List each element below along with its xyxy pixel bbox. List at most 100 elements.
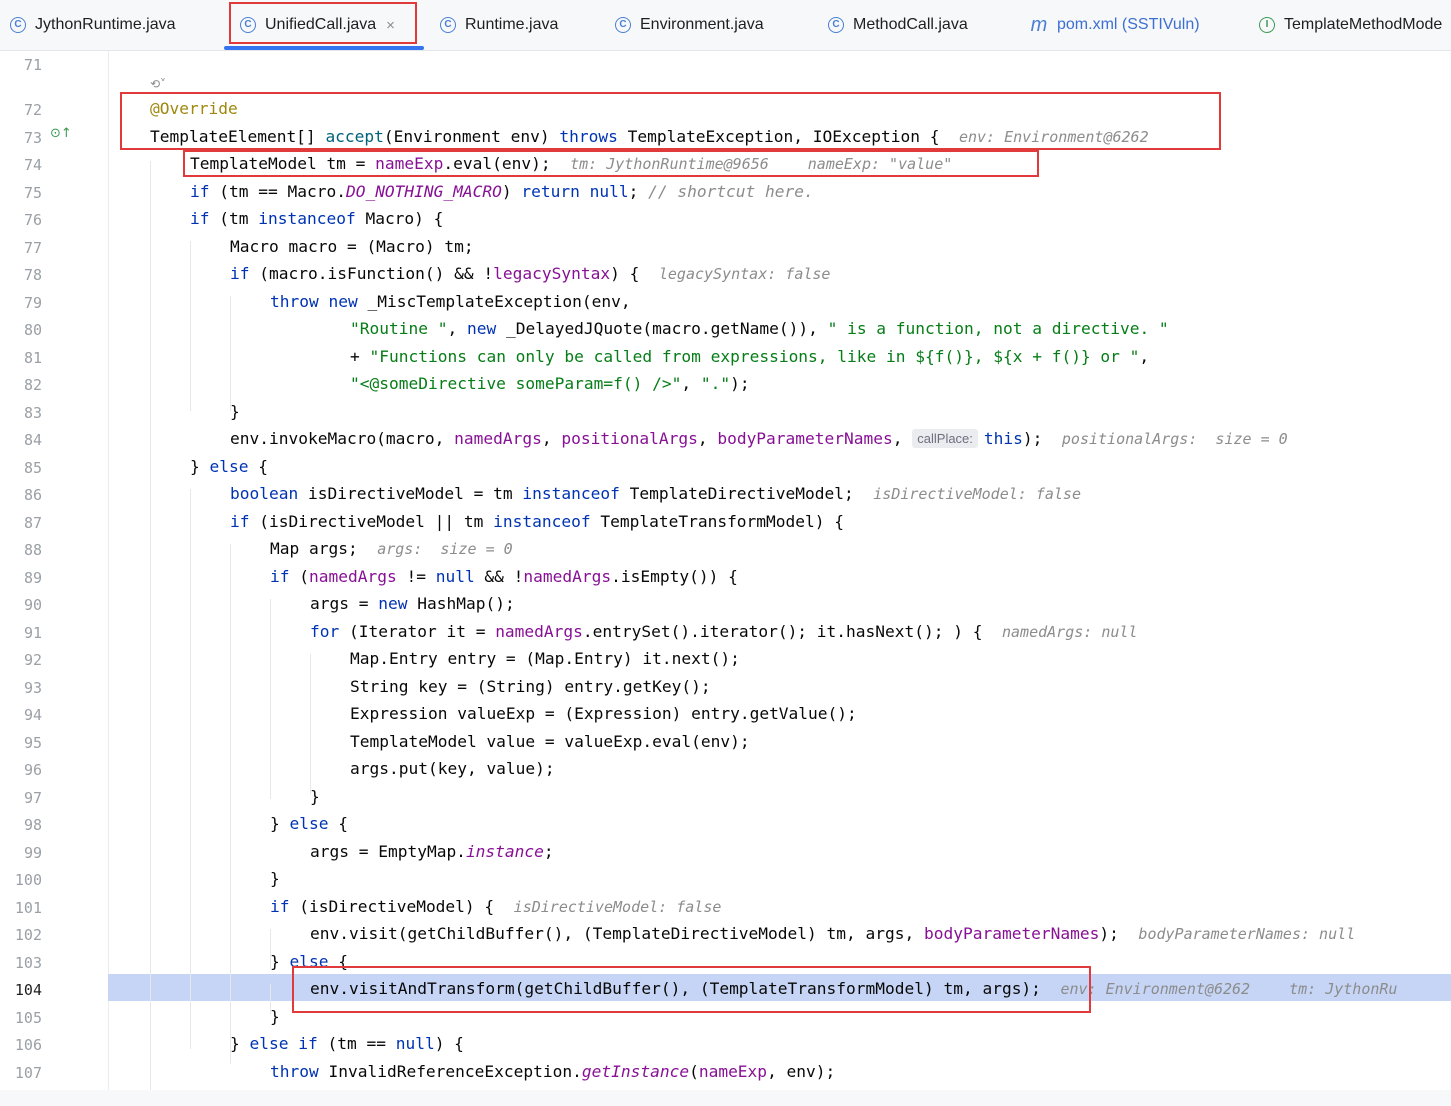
line-number[interactable]: 94 <box>0 706 42 724</box>
line-number[interactable]: 87 <box>0 514 42 532</box>
tab-pom[interactable]: m pom.xml (SSTIVuln) <box>1030 0 1200 50</box>
field: bodyParameterNames <box>923 924 1100 943</box>
debug-inline-value: tm: JythonRu <box>1289 980 1398 998</box>
tab-runtime[interactable]: C Runtime.java <box>440 0 558 50</box>
line-number[interactable]: 97 <box>0 789 42 807</box>
line-number[interactable]: 98 <box>0 816 42 834</box>
line-number[interactable]: 85 <box>0 459 42 477</box>
override-method-icon[interactable]: ⊙↑ <box>50 126 72 141</box>
line-number[interactable]: 92 <box>0 651 42 669</box>
line-number[interactable]: 106 <box>0 1036 42 1054</box>
code-token: , <box>541 429 562 448</box>
line-number[interactable]: 93 <box>0 679 42 697</box>
horizontal-scrollbar[interactable] <box>0 1090 1451 1106</box>
code-token: env.visit(getChildBuffer(), (TemplateDir… <box>310 924 924 943</box>
code-line-94: Expression valueExp = (Expression) entry… <box>350 704 857 723</box>
tab-templatemethodmodel[interactable]: I TemplateMethodMode <box>1259 0 1442 50</box>
keyword: throw new <box>270 292 358 311</box>
code-token: , <box>892 429 913 448</box>
line-number[interactable]: 99 <box>0 844 42 862</box>
close-icon[interactable]: × <box>386 17 395 34</box>
line-number[interactable]: 72 <box>0 101 42 119</box>
field: namedArgs <box>309 567 397 586</box>
parameter-name-hint: callPlace: <box>912 429 978 448</box>
tab-label: Environment.java <box>640 16 764 33</box>
line-number[interactable]: 96 <box>0 761 42 779</box>
code-token: ); <box>730 374 750 393</box>
line-number[interactable]: 74 <box>0 156 42 174</box>
line-number[interactable]: 73 <box>0 129 42 147</box>
keyword: if <box>230 264 250 283</box>
line-number[interactable]: 71 <box>0 56 42 74</box>
method-name: accept <box>325 127 384 146</box>
line-number[interactable]: 95 <box>0 734 42 752</box>
line-number[interactable]: 81 <box>0 349 42 367</box>
tab-jythonruntime[interactable]: C JythonRuntime.java <box>10 0 176 50</box>
code-token: TemplateException, IOException { <box>617 127 940 146</box>
line-number[interactable]: 101 <box>0 899 42 917</box>
code-editor[interactable]: 71 72 73 74 75 76 77 78 79 80 81 82 83 84 85 86 87 88 89 90… <box>0 51 1451 1106</box>
keyword: new <box>378 594 408 613</box>
line-number[interactable]: 82 <box>0 376 42 394</box>
indent-guide <box>310 654 311 794</box>
keyword: null <box>435 567 475 586</box>
tab-label: pom.xml (SSTIVuln) <box>1057 16 1200 33</box>
class-icon: C <box>828 17 844 33</box>
code-line-85: } else { <box>190 457 268 476</box>
keyword: throw <box>270 1062 319 1081</box>
tab-unifiedcall[interactable]: C UnifiedCall.java × <box>240 0 395 50</box>
line-number[interactable]: 103 <box>0 954 42 972</box>
code-token: , <box>697 429 718 448</box>
tab-methodcall[interactable]: C MethodCall.java <box>828 0 968 50</box>
line-number[interactable]: 91 <box>0 624 42 642</box>
line-number[interactable]: 102 <box>0 926 42 944</box>
line-number[interactable]: 76 <box>0 211 42 229</box>
tab-environment[interactable]: C Environment.java <box>615 0 764 50</box>
code-token: (isDirectiveModel) { <box>289 897 495 916</box>
line-number[interactable]: 105 <box>0 1009 42 1027</box>
line-number[interactable]: 90 <box>0 596 42 614</box>
keyword: if <box>230 512 250 531</box>
static-field: instance <box>465 842 544 861</box>
code-token: , env); <box>767 1062 836 1081</box>
code-token: _DelayedJQuote(macro.getName()), <box>496 319 828 338</box>
line-number[interactable]: 78 <box>0 266 42 284</box>
debug-inline-value: positionalArgs: size = 0 <box>1061 430 1288 448</box>
code-line-80: "Routine ", new _DelayedJQuote(macro.get… <box>350 319 1169 338</box>
code-token: ; <box>543 842 554 861</box>
line-number[interactable]: 79 <box>0 294 42 312</box>
indent-guide <box>190 489 191 1049</box>
code-line-95: TemplateModel value = valueExp.eval(env)… <box>350 732 750 751</box>
tab-label: TemplateMethodMode <box>1284 16 1443 33</box>
code-line-107: throw InvalidReferenceException.getInsta… <box>270 1062 835 1081</box>
editor-tab-bar: C JythonRuntime.java C UnifiedCall.java … <box>0 0 1451 51</box>
annotation: @Override <box>150 99 238 118</box>
line-number[interactable]: 83 <box>0 404 42 422</box>
line-number[interactable]: 75 <box>0 184 42 202</box>
line-number[interactable]: 107 <box>0 1064 42 1082</box>
keyword: if <box>270 897 290 916</box>
fold-icon[interactable]: ⟲˅ <box>150 77 166 91</box>
keyword: boolean <box>230 484 299 503</box>
line-number[interactable]: 89 <box>0 569 42 587</box>
line-number[interactable]: 84 <box>0 431 42 449</box>
keyword: for <box>310 622 340 641</box>
code-token: + <box>350 347 370 366</box>
code-line-83: } <box>230 402 240 421</box>
class-icon: C <box>10 17 26 33</box>
line-number[interactable]: 86 <box>0 486 42 504</box>
string: "Functions can only be called from expre… <box>369 347 1140 366</box>
static-field: DO_NOTHING_MACRO <box>345 182 502 201</box>
line-number[interactable]: 88 <box>0 541 42 559</box>
code-token: (Environment env) <box>383 127 560 146</box>
line-number[interactable]: 80 <box>0 321 42 339</box>
code-line-106: } else if (tm == null) { <box>230 1034 464 1053</box>
code-line-73: TemplateElement[] accept(Environment env… <box>150 127 1149 146</box>
line-number[interactable]: 100 <box>0 871 42 889</box>
static-method: getInstance <box>581 1062 690 1081</box>
code-token: ( <box>289 567 309 586</box>
code-token: ; <box>628 182 649 201</box>
line-number[interactable]: 77 <box>0 239 42 257</box>
line-number[interactable]: 104 <box>0 981 42 999</box>
debug-inline-value: legacySyntax: false <box>658 265 831 283</box>
